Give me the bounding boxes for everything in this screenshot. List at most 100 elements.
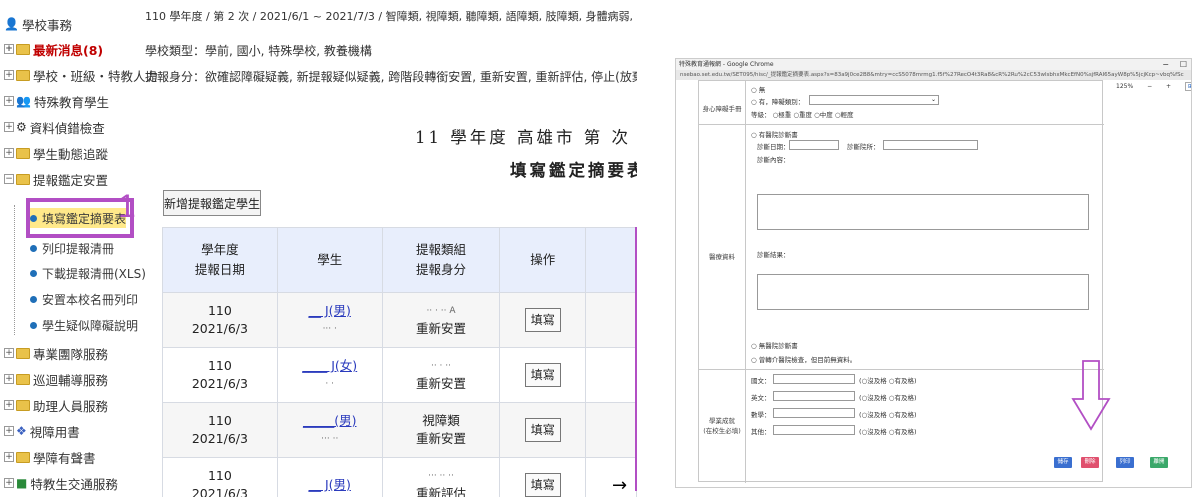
sidebar-item-special-students[interactable]: + 👥 特殊教育學生 [4,91,109,111]
english-score-input[interactable] [773,391,855,401]
main-content: 110 學年度 / 第 2 次 / 2021/6/1 ~ 2021/7/3 / … [145,0,637,497]
divider [699,369,1104,370]
right-arrow-icon: → [612,475,628,496]
minimize-icon[interactable]: − [1162,59,1169,70]
diagnosis-date-input[interactable] [789,140,839,150]
bullet-icon [30,295,37,303]
zoom-out-button[interactable]: − [1147,83,1152,90]
person-icon: 👤 [4,17,19,31]
folder-icon [16,399,30,411]
folder-icon [16,147,30,159]
expand-icon[interactable]: + [4,452,14,462]
zoom-in-button[interactable]: + [1166,83,1171,90]
expand-icon[interactable]: + [4,348,14,358]
fill-button[interactable]: 填寫 [524,473,561,497]
expand-icon[interactable]: + [4,148,14,158]
sidebar-item-school-affairs[interactable]: 👤 學校事務 [4,14,72,34]
expand-icon[interactable]: + [4,426,14,436]
diagnosis-content-label: 診斷內容： [757,156,790,164]
expand-icon[interactable]: + [4,400,14,410]
handbook-label: 身心障礙手冊 [702,105,742,113]
fit-page-icon[interactable]: ⊞ [1184,82,1191,91]
referred-option[interactable]: ○ 曾轉介醫院檢查，但目前無資料。 [751,354,856,364]
academic-label: 學業成就 [709,417,735,425]
level-options: 等級： ○極重 ○重度 ○中度 ○輕度 [751,111,854,119]
table-row: 110 2021/6/3 ____ J(女) · · ·· · ·· 重新安置 填寫 [162,347,637,403]
sidebar-item-news[interactable]: + 最新消息(8) [4,39,103,59]
collapse-icon[interactable]: − [4,174,14,184]
expand-icon[interactable]: + [4,122,14,132]
add-student-button[interactable]: 新增提報鑑定學生 [163,190,261,216]
sidebar: 👤 學校事務 + 最新消息(8) + 學校・班級・特教人力 + 👥 特殊教育學生… [0,0,158,497]
delete-button[interactable]: 刪除 [1081,457,1099,468]
expand-icon[interactable]: + [4,374,14,384]
divider [699,124,1104,125]
zoom-level: 125% [1116,83,1134,90]
url-bar[interactable]: nsebao.set.edu.tw/SET095/hisc/_提報鑑定摘要表.a… [676,70,1191,80]
other-pass-options[interactable]: (○沒及格 ○有及格) [859,426,917,436]
student-link[interactable]: _____(男) [278,412,382,430]
info-line-period: 110 學年度 / 第 2 次 / 2021/6/1 ~ 2021/7/3 / … [145,10,637,23]
math-score-input[interactable] [773,408,855,418]
folder-icon [16,69,30,81]
diagnosis-hospital-input[interactable] [883,140,978,150]
diagnosis-result-textarea[interactable] [757,274,1089,310]
expand-icon[interactable]: + [4,96,14,106]
student-link[interactable]: ____ J(女) [278,357,382,375]
fill-button[interactable]: 填寫 [524,308,561,332]
sidebar-item-assessment[interactable]: − 提報鑑定安置 [4,169,108,189]
column-header-year: 學年度 提報日期 [162,227,278,293]
column-header-group: 提報類組 提報身分 [381,227,501,293]
form-title: 填寫鑑定摘要表 [510,161,637,180]
exit-button[interactable]: 離開 [1150,457,1168,468]
folder-icon [16,43,30,55]
math-pass-options[interactable]: (○沒及格 ○有及格) [859,409,917,419]
handbook-none-option[interactable]: ○ 無 [751,84,765,94]
save-button[interactable]: 儲存 [1054,457,1072,468]
print-button[interactable]: 列印 [1116,457,1134,468]
bus-icon: ■ [16,476,28,490]
no-diagnosis-option[interactable]: ○ 無醫院診斷書 [751,340,798,350]
school-title: 11 學年度 高雄市 第 次 國小 [415,128,631,147]
student-link[interactable]: __ J(男) [278,302,382,320]
handbook-has-option[interactable]: ○ 有，障礙類別： [751,96,804,106]
sidebar-item-transport[interactable]: + ■ 特教生交通服務 [4,473,118,493]
sidebar-item-assistants[interactable]: + 助理人員服務 [4,395,108,415]
browser-titlebar: 特殊教育通報網 - Google Chrome − ☐ [676,59,1191,70]
divider [745,81,746,483]
other-score-input[interactable] [773,425,855,435]
folder-icon [16,451,30,463]
maximize-icon[interactable]: ☐ [1180,59,1187,70]
expand-icon[interactable]: + [4,70,14,80]
table-row: 110 2021/6/3 _____(男) ··· ·· 視障類 重新安置 填寫 [162,402,637,458]
chinese-pass-options[interactable]: (○沒及格 ○有及格) [859,375,917,385]
chinese-score-input[interactable] [773,374,855,384]
fill-button[interactable]: 填寫 [524,418,561,442]
sidebar-item-student-tracking[interactable]: + 學生動態追蹤 [4,143,108,163]
diagnosis-content-textarea[interactable] [757,194,1089,230]
sidebar-item-braille-books[interactable]: + ❖ 視障用書 [4,421,80,441]
table-header-row: 學年度 提報日期 學生 提報類組 提報身分 操作 [162,227,637,293]
column-header-action: 操作 [499,227,587,293]
sidebar-item-professional-team[interactable]: + 專業團隊服務 [4,343,108,363]
student-link[interactable]: __ J(男) [278,476,382,494]
sidebar-item-audio-books[interactable]: + 學障有聲書 [4,447,96,467]
sidebar-item-itinerant[interactable]: + 巡迴輔導服務 [4,369,108,389]
sidebar-sub-print-list[interactable]: 列印提報清冊 [30,238,114,258]
column-header-student: 學生 [276,227,383,293]
search-icon: ⚙ [16,120,27,134]
info-line-identity: 提報身分：欲確認障礙疑義, 新提報疑似疑義, 跨階段轉銜安置, 重新安置, 重新… [145,70,637,84]
sidebar-sub-disability-notes[interactable]: 學生疑似障礙說明 [30,315,138,335]
disability-type-select[interactable]: ⌄ [809,95,939,105]
sidebar-sub-download-xls[interactable]: 下載提報清冊(XLS) [30,263,146,283]
people-icon: 👥 [16,94,31,108]
expand-icon[interactable]: + [4,478,14,488]
sidebar-sub-print-roster[interactable]: 安置本校名冊列印 [30,289,138,309]
sidebar-item-data-check[interactable]: + ⚙ 資料偵錯檢查 [4,117,105,137]
fill-button[interactable]: 填寫 [524,363,561,387]
sidebar-item-school-staff[interactable]: + 學校・班級・特教人力 [4,65,158,85]
english-pass-options[interactable]: (○沒及格 ○有及格) [859,392,917,402]
expand-icon[interactable]: + [4,44,14,54]
has-diagnosis-option[interactable]: ○ 有醫院診斷書 [751,129,798,139]
table-row: 110 2021/6/3 __ J(男) ··· · ·· · ·· A 重新安置 填… [162,292,637,348]
